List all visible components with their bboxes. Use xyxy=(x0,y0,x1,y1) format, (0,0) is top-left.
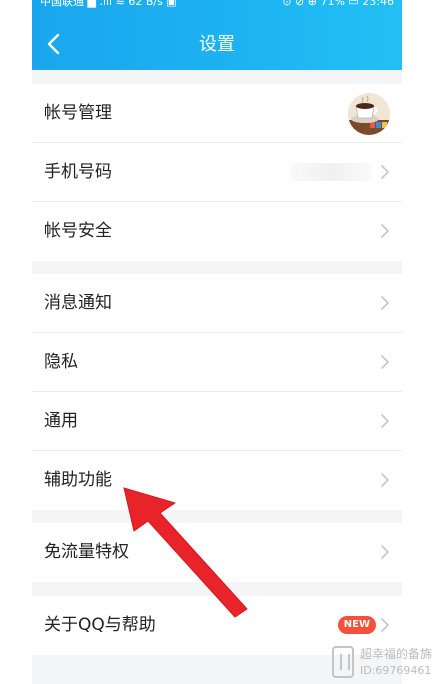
masked-phone-value xyxy=(290,163,372,181)
settings-row-account-management[interactable]: 帐号管理 xyxy=(32,84,402,143)
general-group: 消息通知 隐私 通用 辅助功能 xyxy=(32,274,402,510)
chevron-right-icon xyxy=(381,473,389,487)
settings-row-accessibility[interactable]: 辅助功能 xyxy=(32,451,402,510)
avatar xyxy=(348,93,390,135)
chevron-right-icon xyxy=(381,618,389,632)
page-title: 设置 xyxy=(199,34,235,55)
row-label: 手机号码 xyxy=(44,162,112,182)
settings-screen: 中国联通 ▅ .ıll ≋ 62 B/s ▣ ⊙ ⊘ ⊕ 71% ▭ 23:46… xyxy=(32,0,402,684)
row-label: 通用 xyxy=(44,411,78,431)
new-badge: NEW xyxy=(337,616,376,634)
watermark-id: ID:69769461 xyxy=(360,664,432,677)
chevron-right-icon xyxy=(381,545,389,559)
row-label: 关于QQ与帮助 xyxy=(44,615,156,635)
title-bar: 中国联通 ▅ .ıll ≋ 62 B/s ▣ ⊙ ⊘ ⊕ 71% ▭ 23:46… xyxy=(32,0,402,70)
chevron-right-icon xyxy=(381,414,389,428)
chevron-right-icon xyxy=(381,224,389,238)
settings-row-privacy[interactable]: 隐私 xyxy=(32,333,402,392)
settings-row-notifications[interactable]: 消息通知 xyxy=(32,274,402,333)
data-free-group: 免流量特权 xyxy=(32,523,402,582)
watermark-logo-icon xyxy=(332,646,354,678)
account-group: 帐号管理 手机号码 帐号安全 xyxy=(32,84,402,261)
row-label: 辅助功能 xyxy=(44,470,112,490)
watermark: 超幸福的备旆 ID:69769461 xyxy=(330,644,446,682)
watermark-name: 超幸福的备旆 xyxy=(360,647,433,661)
row-label: 帐号安全 xyxy=(44,221,112,241)
chevron-right-icon xyxy=(381,165,389,179)
row-label: 消息通知 xyxy=(44,293,112,313)
settings-row-data-free-privilege[interactable]: 免流量特权 xyxy=(32,523,402,582)
settings-row-account-security[interactable]: 帐号安全 xyxy=(32,202,402,261)
settings-row-general[interactable]: 通用 xyxy=(32,392,402,451)
chevron-right-icon xyxy=(381,296,389,310)
status-bar-left: 中国联通 ▅ .ıll ≋ 62 B/s ▣ xyxy=(40,0,177,8)
settings-row-phone-number[interactable]: 手机号码 xyxy=(32,143,402,202)
row-label: 帐号管理 xyxy=(44,103,112,123)
coffee-cup-avatar xyxy=(348,93,390,135)
row-label: 免流量特权 xyxy=(44,542,129,562)
status-bar: 中国联通 ▅ .ıll ≋ 62 B/s ▣ ⊙ ⊘ ⊕ 71% ▭ 23:46 xyxy=(32,0,402,14)
row-label: 隐私 xyxy=(44,352,78,372)
status-bar-right: ⊙ ⊘ ⊕ 71% ▭ 23:46 xyxy=(282,0,394,8)
chevron-right-icon xyxy=(381,355,389,369)
